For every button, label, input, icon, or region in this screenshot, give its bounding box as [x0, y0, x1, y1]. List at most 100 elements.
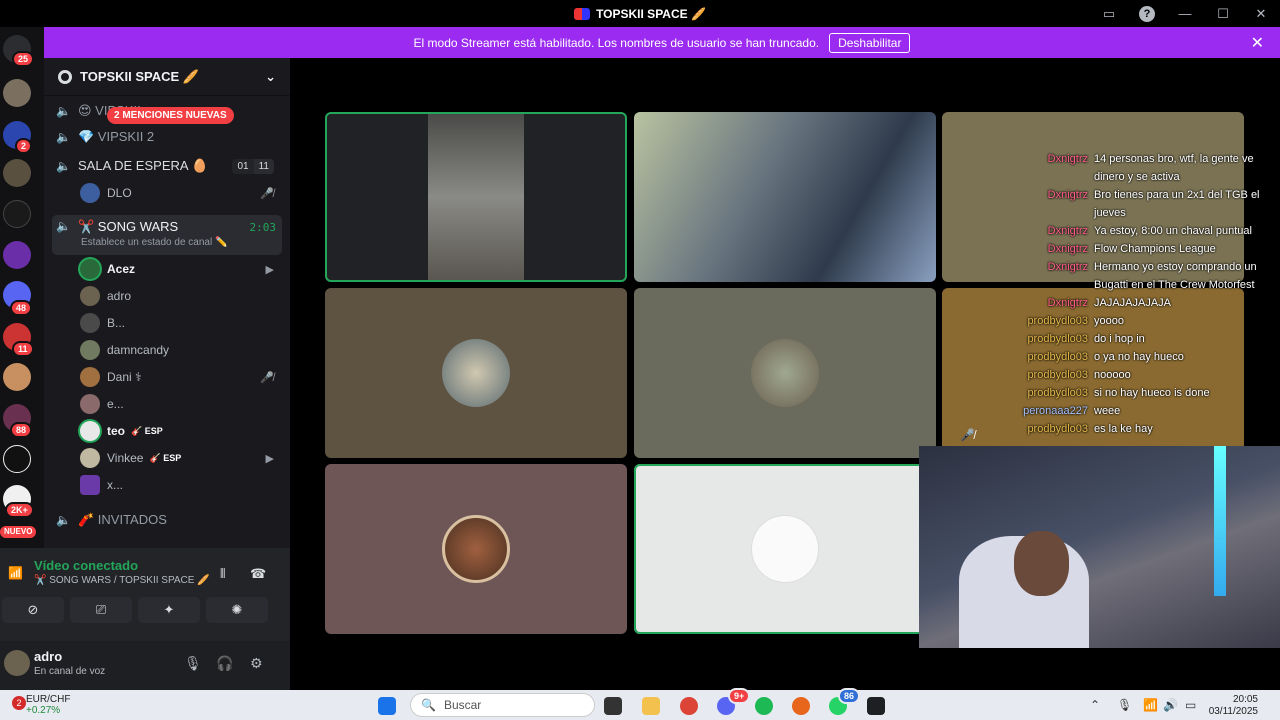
disconnect-icon[interactable]: ☎	[250, 566, 266, 582]
channel-vipskii-2[interactable]: 🔈 💎 VIPSKII 2	[52, 124, 282, 150]
chat-message: prodbydlo03 do i hop in	[1027, 333, 1145, 345]
voice-status[interactable]: Vídeo conectado	[34, 558, 138, 573]
speaker-icon: 🔈	[56, 513, 71, 527]
noise-suppression-icon[interactable]: ⫴	[220, 566, 225, 582]
avatar-tile[interactable]	[634, 288, 936, 458]
windows-start-icon[interactable]	[378, 697, 396, 715]
avatar-tile[interactable]	[634, 464, 936, 634]
avatar	[80, 421, 100, 441]
call-timer: 2:03	[249, 221, 277, 234]
server-name: TOPSKII SPACE 🥖	[80, 68, 200, 84]
soundboard-button[interactable]: ✺	[206, 597, 268, 623]
volume-icon[interactable]: 🔊	[1163, 698, 1178, 712]
server-badge: 48	[10, 300, 33, 316]
chat-message: peronaaa227 weee	[1023, 405, 1121, 417]
avatar-tile[interactable]	[325, 464, 627, 634]
streamer-mode-banner: El modo Streamer está habilitado. Los no…	[44, 27, 1280, 58]
server-header[interactable]: TOPSKII SPACE 🥖 ⌄	[44, 58, 290, 96]
voice-user[interactable]: B...	[80, 311, 280, 335]
signal-icon[interactable]: 📶	[8, 566, 23, 580]
disable-streamer-button[interactable]: Deshabilitar	[829, 32, 911, 53]
avatar-tile[interactable]	[325, 288, 627, 458]
voice-user[interactable]: damncandy	[80, 338, 280, 362]
minimize-button[interactable]: —	[1166, 6, 1204, 21]
avatar	[80, 367, 100, 387]
server-icon[interactable]	[3, 159, 31, 187]
channel-status[interactable]: Establece un estado de canal ✏️	[81, 237, 227, 248]
muted-icon: 🎤̸	[260, 187, 274, 200]
microphone-icon[interactable]: 🎙	[1117, 698, 1132, 712]
server-icon[interactable]	[3, 445, 31, 473]
server-icon[interactable]	[3, 200, 31, 228]
headphones-icon[interactable]: 🎧	[216, 655, 233, 672]
video-tile[interactable]	[325, 112, 627, 282]
voice-user[interactable]: Vinkee 🎸 ESP ▶	[80, 446, 280, 470]
avatar	[80, 183, 100, 203]
video-tile[interactable]	[634, 112, 936, 282]
windows-taskbar: 2 EUR/CHF +0.27% 🔍 Buscar 9+ 86 ⌃ 🎙 📶 🔊 …	[0, 688, 1280, 720]
chat-message: Bugatti en el The Crew Motorfest	[1094, 279, 1255, 291]
my-username[interactable]: adro	[34, 649, 62, 664]
voice-user[interactable]: e...	[80, 392, 280, 416]
avatar	[80, 340, 100, 360]
chat-message: Dxnigtrz Bro tienes para un 2x1 del TGB e…	[1047, 189, 1260, 201]
muted-icon: 🎤̸	[260, 371, 274, 384]
speaker-icon: 🔈	[56, 219, 71, 233]
led-light	[1214, 446, 1226, 596]
channel-sala-de-espera[interactable]: 🔈 SALA DE ESPERA 🥚 01 11	[52, 153, 282, 179]
voice-user[interactable]: Acez ▶	[80, 257, 280, 281]
spotify-icon[interactable]	[755, 697, 773, 715]
discord-badge: 9+	[728, 688, 751, 704]
fl-studio-icon[interactable]	[792, 697, 810, 715]
channel-label: ✂️ SONG WARS	[78, 219, 179, 234]
avatar	[751, 339, 819, 407]
chat-message: prodbydlo03 yoooo	[1027, 315, 1124, 327]
close-window-button[interactable]: ✕	[1242, 6, 1280, 22]
server-icon[interactable]	[3, 79, 31, 107]
battery-icon[interactable]: ▭	[1185, 698, 1196, 712]
server-badge: 2K+	[5, 502, 34, 518]
maximize-button[interactable]: ☐	[1204, 6, 1242, 22]
chevron-up-icon[interactable]: ⌃	[1090, 698, 1100, 712]
help-button[interactable]: ?	[1128, 5, 1166, 22]
taskbar-search[interactable]: 🔍 Buscar	[410, 693, 595, 717]
mentions-badge[interactable]: 2 MENCIONES NUEVAS	[107, 107, 234, 124]
voice-user[interactable]: DLO 🎤̸	[80, 181, 280, 205]
channel-invitados[interactable]: 🔈 🧨 INVITADOS	[52, 507, 282, 533]
video-feed	[428, 114, 524, 280]
file-explorer-icon[interactable]	[642, 697, 660, 715]
gear-icon[interactable]: ⚙	[250, 655, 263, 672]
voice-channel-path[interactable]: ✂️ SONG WARS / TOPSKII SPACE 🥖	[34, 575, 210, 586]
chat-message: Dxnigtrz JAJAJAJAJAJA	[1047, 297, 1172, 309]
chrome-icon[interactable]	[680, 697, 698, 715]
stream-chat-overlay: Dxnigtrz 14 personas bro, wtf, la gente v…	[990, 150, 1280, 438]
voice-user[interactable]: Dani ⚕ 🎤̸	[80, 365, 280, 389]
user-tag: 🎸 ESP	[149, 452, 182, 463]
weather-widget[interactable]: 2 EUR/CHF +0.27%	[6, 694, 70, 716]
avatar	[80, 313, 100, 333]
app-icon[interactable]	[867, 697, 885, 715]
user-panel: adro En canal de voz 🎙 🎧 ⚙	[0, 641, 290, 690]
camera-off-button[interactable]: ⊘	[2, 597, 64, 623]
chat-message: prodbydlo03 si no hay hueco is done	[1027, 387, 1210, 399]
streamer-webcam	[919, 446, 1280, 648]
voice-user[interactable]: teo 🎸 ESP	[80, 419, 280, 443]
screen-share-button[interactable]: ⎚	[70, 597, 132, 623]
voice-user[interactable]: x...	[80, 473, 280, 497]
server-icon[interactable]	[3, 241, 31, 269]
voice-panel: 📶 Vídeo conectado ✂️ SONG WARS / TOPSKII…	[0, 548, 290, 690]
avatar[interactable]	[4, 650, 30, 676]
server-icon[interactable]	[3, 363, 31, 391]
activities-button[interactable]: ✦	[138, 597, 200, 623]
voice-user[interactable]: adro	[80, 284, 280, 308]
channel-song-wars[interactable]: 🔈 ✂️ SONG WARS Establece un estado de ca…	[52, 215, 282, 255]
wifi-icon[interactable]: 📶	[1143, 698, 1158, 712]
avatar	[80, 448, 100, 468]
title-bar: TOPSKII SPACE 🥖 ▭ ? — ☐ ✕	[0, 0, 1280, 27]
microphone-icon[interactable]: 🎙	[184, 655, 202, 672]
inbox-icon[interactable]: ▭	[1090, 6, 1128, 22]
task-view-icon[interactable]	[604, 697, 622, 715]
speaker-icon: 🔈	[56, 104, 71, 118]
close-banner-icon[interactable]: ✕	[1251, 33, 1264, 53]
clock[interactable]: 20:05 03/11/2025	[1209, 694, 1258, 718]
